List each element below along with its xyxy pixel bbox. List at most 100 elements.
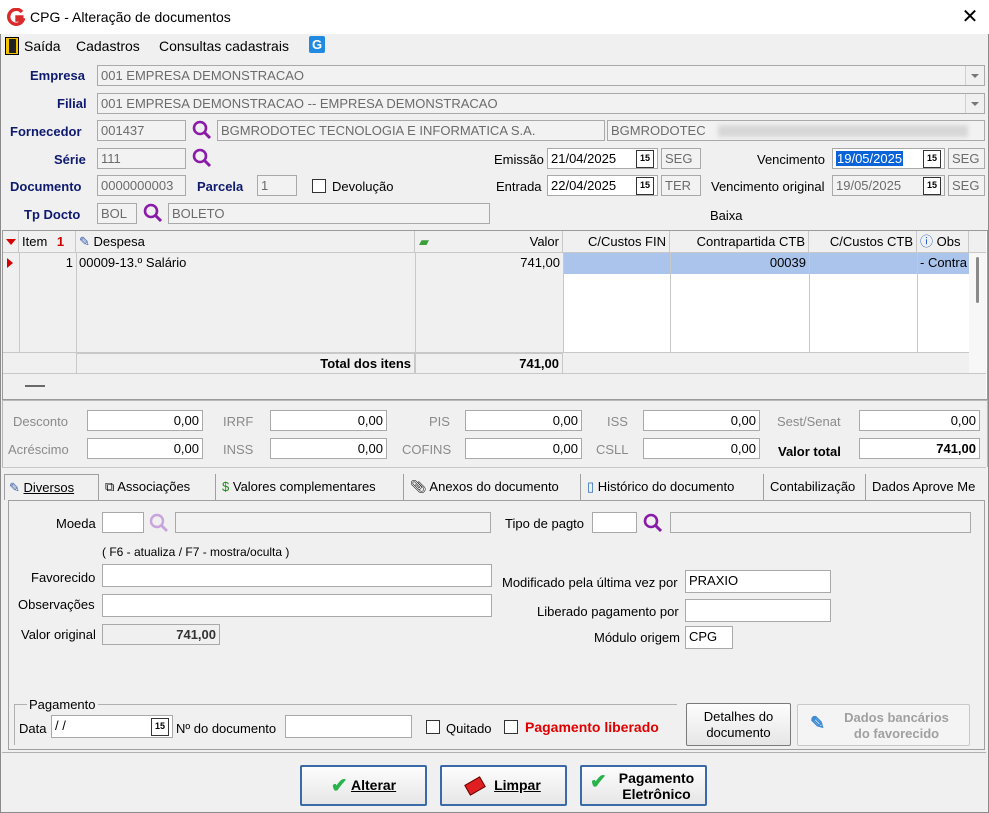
- acrescimo-field[interactable]: 0,00: [87, 438, 203, 459]
- pis-label: PIS: [429, 414, 450, 429]
- irrf-field[interactable]: 0,00: [270, 410, 387, 431]
- total-items-label: Total dos itens: [76, 353, 415, 374]
- fornecedor-code-field[interactable]: 001437: [97, 120, 186, 141]
- liberado-label: Liberado pagamento por: [537, 604, 679, 619]
- tab-associacoes[interactable]: ⧉ Associações: [101, 474, 216, 500]
- tpdocto-code-field[interactable]: BOL: [97, 203, 137, 224]
- parcela-field[interactable]: 1: [257, 175, 297, 196]
- pagamento-liberado-label: Pagamento liberado: [525, 719, 659, 735]
- calendar-icon[interactable]: 15: [923, 177, 941, 195]
- tab-historico[interactable]: ▯ Histórico do documento: [583, 474, 764, 500]
- chevron-down-icon[interactable]: [965, 66, 984, 85]
- cell-cc-fin[interactable]: [563, 253, 670, 274]
- alterar-button[interactable]: ✔ Alterar: [300, 765, 427, 806]
- document-icon: ▯: [587, 479, 595, 494]
- emissao-value: 21/04/2025: [551, 151, 617, 166]
- column-header-despesa[interactable]: ✎ Despesa: [76, 231, 415, 253]
- column-label-valor: Valor: [529, 234, 559, 249]
- cell-cc-ctb[interactable]: [809, 253, 917, 274]
- tab-valores-complementares[interactable]: $ Valores complementares: [218, 474, 404, 500]
- pen-icon: ✎: [810, 713, 826, 733]
- tab-anexos[interactable]: 📎︎ Anexos do documento: [406, 474, 581, 500]
- column-header-item[interactable]: Item 1: [19, 231, 76, 253]
- iss-field[interactable]: 0,00: [643, 410, 760, 431]
- documento-field[interactable]: 0000000003: [97, 175, 186, 196]
- tipo-pagto-field[interactable]: [592, 512, 637, 533]
- pis-field[interactable]: 0,00: [465, 410, 582, 431]
- window-title: CPG - Alteração de documentos: [30, 9, 231, 25]
- cell-contrapartida[interactable]: 00039: [670, 253, 809, 274]
- search-icon[interactable]: [142, 202, 164, 224]
- inss-field[interactable]: 0,00: [270, 438, 387, 459]
- inss-label: INSS: [223, 442, 254, 457]
- tab-dados-aprove-me[interactable]: Dados Aprove Me: [868, 474, 986, 500]
- menu-consultas-cadastrais[interactable]: Consultas cadastrais: [159, 38, 289, 54]
- scrollbar-thumb[interactable]: [25, 385, 45, 387]
- search-icon[interactable]: [148, 512, 170, 534]
- entrada-value: 22/04/2025: [551, 178, 617, 193]
- search-icon[interactable]: [642, 512, 664, 534]
- cell-obs[interactable]: - Contra: [917, 253, 969, 274]
- tpdocto-name-field: BOLETO: [168, 203, 490, 224]
- cell-despesa[interactable]: 00009-13.º Salário: [76, 253, 415, 274]
- search-icon[interactable]: [191, 119, 213, 141]
- tab-label-anexos: Anexos do documento: [429, 479, 559, 494]
- calendar-icon[interactable]: 15: [636, 177, 654, 195]
- ndoc-field[interactable]: [285, 715, 412, 738]
- empresa-select[interactable]: 001 EMPRESA DEMONSTRACAO: [97, 65, 985, 86]
- quitado-checkbox[interactable]: [426, 720, 440, 734]
- serie-field[interactable]: 111: [97, 148, 186, 169]
- search-icon[interactable]: [191, 147, 213, 169]
- detalhes-documento-button[interactable]: Detalhes do documento: [686, 703, 791, 746]
- menu-saida[interactable]: Saída: [24, 38, 61, 54]
- column-header-contrapartida[interactable]: Contrapartida CTB: [670, 231, 809, 253]
- menu-cadastros[interactable]: Cadastros: [76, 38, 140, 54]
- info-icon: ⓘ: [920, 234, 934, 249]
- pagamento-liberado-checkbox[interactable]: [504, 720, 518, 734]
- sort-asc-icon: 1: [56, 234, 65, 249]
- scrollbar-thumb[interactable]: [976, 257, 979, 303]
- edit-pencil-icon: ✎: [79, 234, 90, 249]
- column-header-cc-ctb[interactable]: C/Custos CTB: [809, 231, 917, 253]
- devolucao-checkbox[interactable]: [312, 179, 326, 193]
- cofins-field[interactable]: 0,00: [465, 438, 582, 459]
- pagamento-eletronico-button[interactable]: ✔ Pagamento Eletrônico: [580, 765, 707, 806]
- valor-original-label: Valor original: [21, 627, 96, 642]
- column-header-valor[interactable]: ▰ Valor: [415, 231, 563, 253]
- sest-field[interactable]: 0,00: [859, 410, 980, 431]
- grid-vertical-scrollbar[interactable]: [969, 253, 986, 373]
- limpar-button[interactable]: Limpar: [440, 765, 567, 806]
- observacoes-field[interactable]: [102, 594, 492, 617]
- csll-field[interactable]: 0,00: [643, 438, 760, 459]
- tab-contabilizacao[interactable]: Contabilização: [766, 474, 866, 500]
- column-header-obs[interactable]: ⓘ Obs: [917, 231, 969, 253]
- redacted-blur: [718, 125, 968, 137]
- cell-valor[interactable]: 741,00: [415, 253, 563, 274]
- help-g-icon[interactable]: G: [309, 36, 325, 53]
- calendar-icon[interactable]: 15: [923, 150, 941, 168]
- associations-icon: ⧉: [105, 479, 115, 494]
- grid-divider: [563, 253, 564, 352]
- favorecido-field[interactable]: [102, 564, 492, 587]
- liberado-field: [685, 599, 831, 622]
- close-icon[interactable]: ✕: [960, 6, 980, 28]
- vencimento-value: 19/05/2025: [836, 151, 904, 166]
- title-bar: CPG - Alteração de documentos ✕: [0, 0, 989, 34]
- moeda-field[interactable]: [102, 512, 144, 533]
- tab-diversos[interactable]: ✎ Diversos: [4, 474, 99, 500]
- iss-label: ISS: [607, 414, 628, 429]
- filial-select[interactable]: 001 EMPRESA DEMONSTRACAO -- EMPRESA DEMO…: [97, 93, 985, 114]
- column-label-item: Item: [22, 234, 48, 249]
- items-grid[interactable]: Item 1 ✎ Despesa ▰ Valor C/Custos FIN Co…: [2, 230, 988, 400]
- calendar-icon[interactable]: 15: [151, 718, 169, 736]
- desconto-field[interactable]: 0,00: [87, 410, 203, 431]
- chevron-down-icon[interactable]: [965, 94, 984, 113]
- modulo-field: CPG: [685, 626, 733, 649]
- column-header-cc-fin[interactable]: C/Custos FIN: [563, 231, 670, 253]
- cell-item[interactable]: 1: [19, 253, 76, 274]
- dados-bancarios-button[interactable]: ✎ Dados bancários do favorecido: [797, 704, 970, 746]
- observacoes-label: Observações: [18, 597, 95, 612]
- calendar-icon[interactable]: 15: [636, 150, 654, 168]
- pagamento-group-label: Pagamento: [27, 697, 98, 712]
- divider: [2, 752, 986, 753]
